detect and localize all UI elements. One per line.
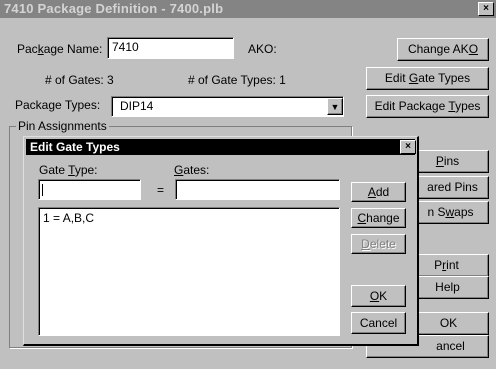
list-item[interactable]: 1 = A,B,C — [43, 211, 339, 225]
package-name-input[interactable]: 7410 — [107, 37, 234, 59]
gate-type-input[interactable] — [38, 179, 141, 200]
change-button[interactable]: Change — [351, 208, 406, 228]
dialog-close-icon[interactable]: × — [400, 140, 416, 154]
change-ako-button[interactable]: Change AKO — [397, 38, 489, 61]
window-title-bar: 7410 Package Definition - 7400.plb × — [0, 0, 496, 18]
gate-type-count-text: # of Gate Types: 1 — [188, 73, 286, 87]
gates-input[interactable] — [175, 179, 340, 200]
dialog-title-bar: Edit Gate Types × — [26, 139, 416, 155]
add-button[interactable]: Add — [351, 182, 406, 202]
edit-gate-types-dialog: Edit Gate Types × Gate Type: Gates: = 1 … — [23, 136, 419, 346]
edit-gate-types-button[interactable]: Edit Gate Types — [366, 67, 489, 90]
package-types-value: DIP14 — [120, 99, 154, 113]
gate-types-list[interactable]: 1 = A,B,C — [38, 207, 340, 336]
package-name-label: Package Name: — [17, 42, 103, 56]
delete-button[interactable]: Delete — [351, 234, 406, 254]
gates-label: Gates: — [174, 163, 210, 177]
chevron-down-icon[interactable]: ▼ — [327, 98, 343, 115]
gate-count-text: # of Gates: 3 — [45, 73, 114, 87]
package-types-label: Package Types: — [15, 98, 101, 112]
equals-sign: = — [157, 183, 165, 197]
dialog-ok-button[interactable]: OK — [351, 285, 406, 307]
text-cursor — [42, 184, 43, 196]
package-types-select[interactable]: DIP14 ▼ — [111, 96, 344, 117]
gate-type-label: Gate Type: — [39, 163, 98, 177]
dialog-title: Edit Gate Types — [30, 140, 120, 154]
ako-label: AKO: — [248, 42, 277, 56]
edit-package-types-button[interactable]: Edit Package Types — [366, 95, 489, 118]
pin-assignments-label: Pin Assignments — [16, 119, 109, 133]
window-title: 7410 Package Definition - 7400.plb — [4, 1, 224, 16]
dialog-cancel-button[interactable]: Cancel — [351, 312, 406, 334]
close-icon[interactable]: × — [478, 2, 494, 16]
